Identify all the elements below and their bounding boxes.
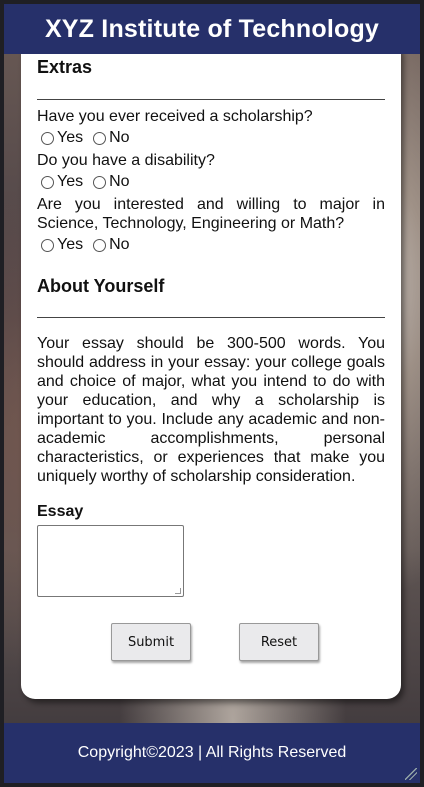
about-heading: About Yourself bbox=[37, 276, 165, 296]
scholarship-yes-option[interactable]: Yes bbox=[41, 129, 83, 147]
disability-yes-label: Yes bbox=[57, 173, 84, 190]
stem-no-label: No bbox=[109, 236, 130, 253]
about-divider bbox=[37, 317, 385, 318]
disability-yes-radio[interactable] bbox=[41, 175, 54, 189]
disability-no-radio[interactable] bbox=[93, 175, 107, 189]
form-card: Extras Have you ever received a scholars… bbox=[21, 40, 401, 699]
question-disability: Do you have a disability? bbox=[37, 152, 215, 169]
submit-button[interactable]: Submit bbox=[111, 623, 191, 661]
stem-radio-group: Yes No bbox=[41, 236, 140, 254]
page-background: XYZ Institute of Technology Extras Have … bbox=[0, 0, 424, 787]
site-title: XYZ Institute of Technology bbox=[44, 14, 380, 43]
disability-no-option[interactable]: No bbox=[93, 173, 130, 191]
copyright-text: Copyright©2023 | All Rights Reserved bbox=[77, 744, 347, 761]
scholarship-no-radio[interactable] bbox=[93, 131, 107, 145]
extras-divider bbox=[37, 99, 385, 100]
disability-no-label: No bbox=[109, 173, 130, 190]
scholarship-radio-group: Yes No bbox=[41, 129, 140, 147]
essay-instructions: Your essay should be 300-500 words. You … bbox=[37, 335, 385, 485]
essay-textarea[interactable] bbox=[37, 525, 184, 597]
site-header: XYZ Institute of Technology bbox=[4, 4, 420, 54]
textarea-resize-handle[interactable] bbox=[175, 588, 181, 594]
scholarship-yes-label: Yes bbox=[57, 129, 84, 146]
question-stem: Are you interested and willing to major … bbox=[37, 196, 385, 232]
disability-yes-option[interactable]: Yes bbox=[41, 173, 83, 191]
stem-no-option[interactable]: No bbox=[93, 236, 130, 254]
stem-yes-label: Yes bbox=[57, 236, 84, 253]
stem-yes-radio[interactable] bbox=[41, 238, 54, 252]
stem-yes-option[interactable]: Yes bbox=[41, 236, 83, 254]
scholarship-no-label: No bbox=[109, 129, 130, 146]
disability-radio-group: Yes No bbox=[41, 173, 140, 191]
question-scholarship: Have you ever received a scholarship? bbox=[37, 108, 313, 125]
stem-no-radio[interactable] bbox=[93, 238, 107, 252]
scholarship-no-option[interactable]: No bbox=[93, 129, 130, 147]
extras-heading: Extras bbox=[37, 57, 93, 77]
reset-button[interactable]: Reset bbox=[239, 623, 319, 661]
scholarship-yes-radio[interactable] bbox=[41, 131, 54, 145]
essay-label: Essay bbox=[37, 503, 84, 520]
site-footer: Copyright©2023 | All Rights Reserved bbox=[4, 723, 420, 783]
window-resize-grip[interactable] bbox=[405, 768, 417, 780]
